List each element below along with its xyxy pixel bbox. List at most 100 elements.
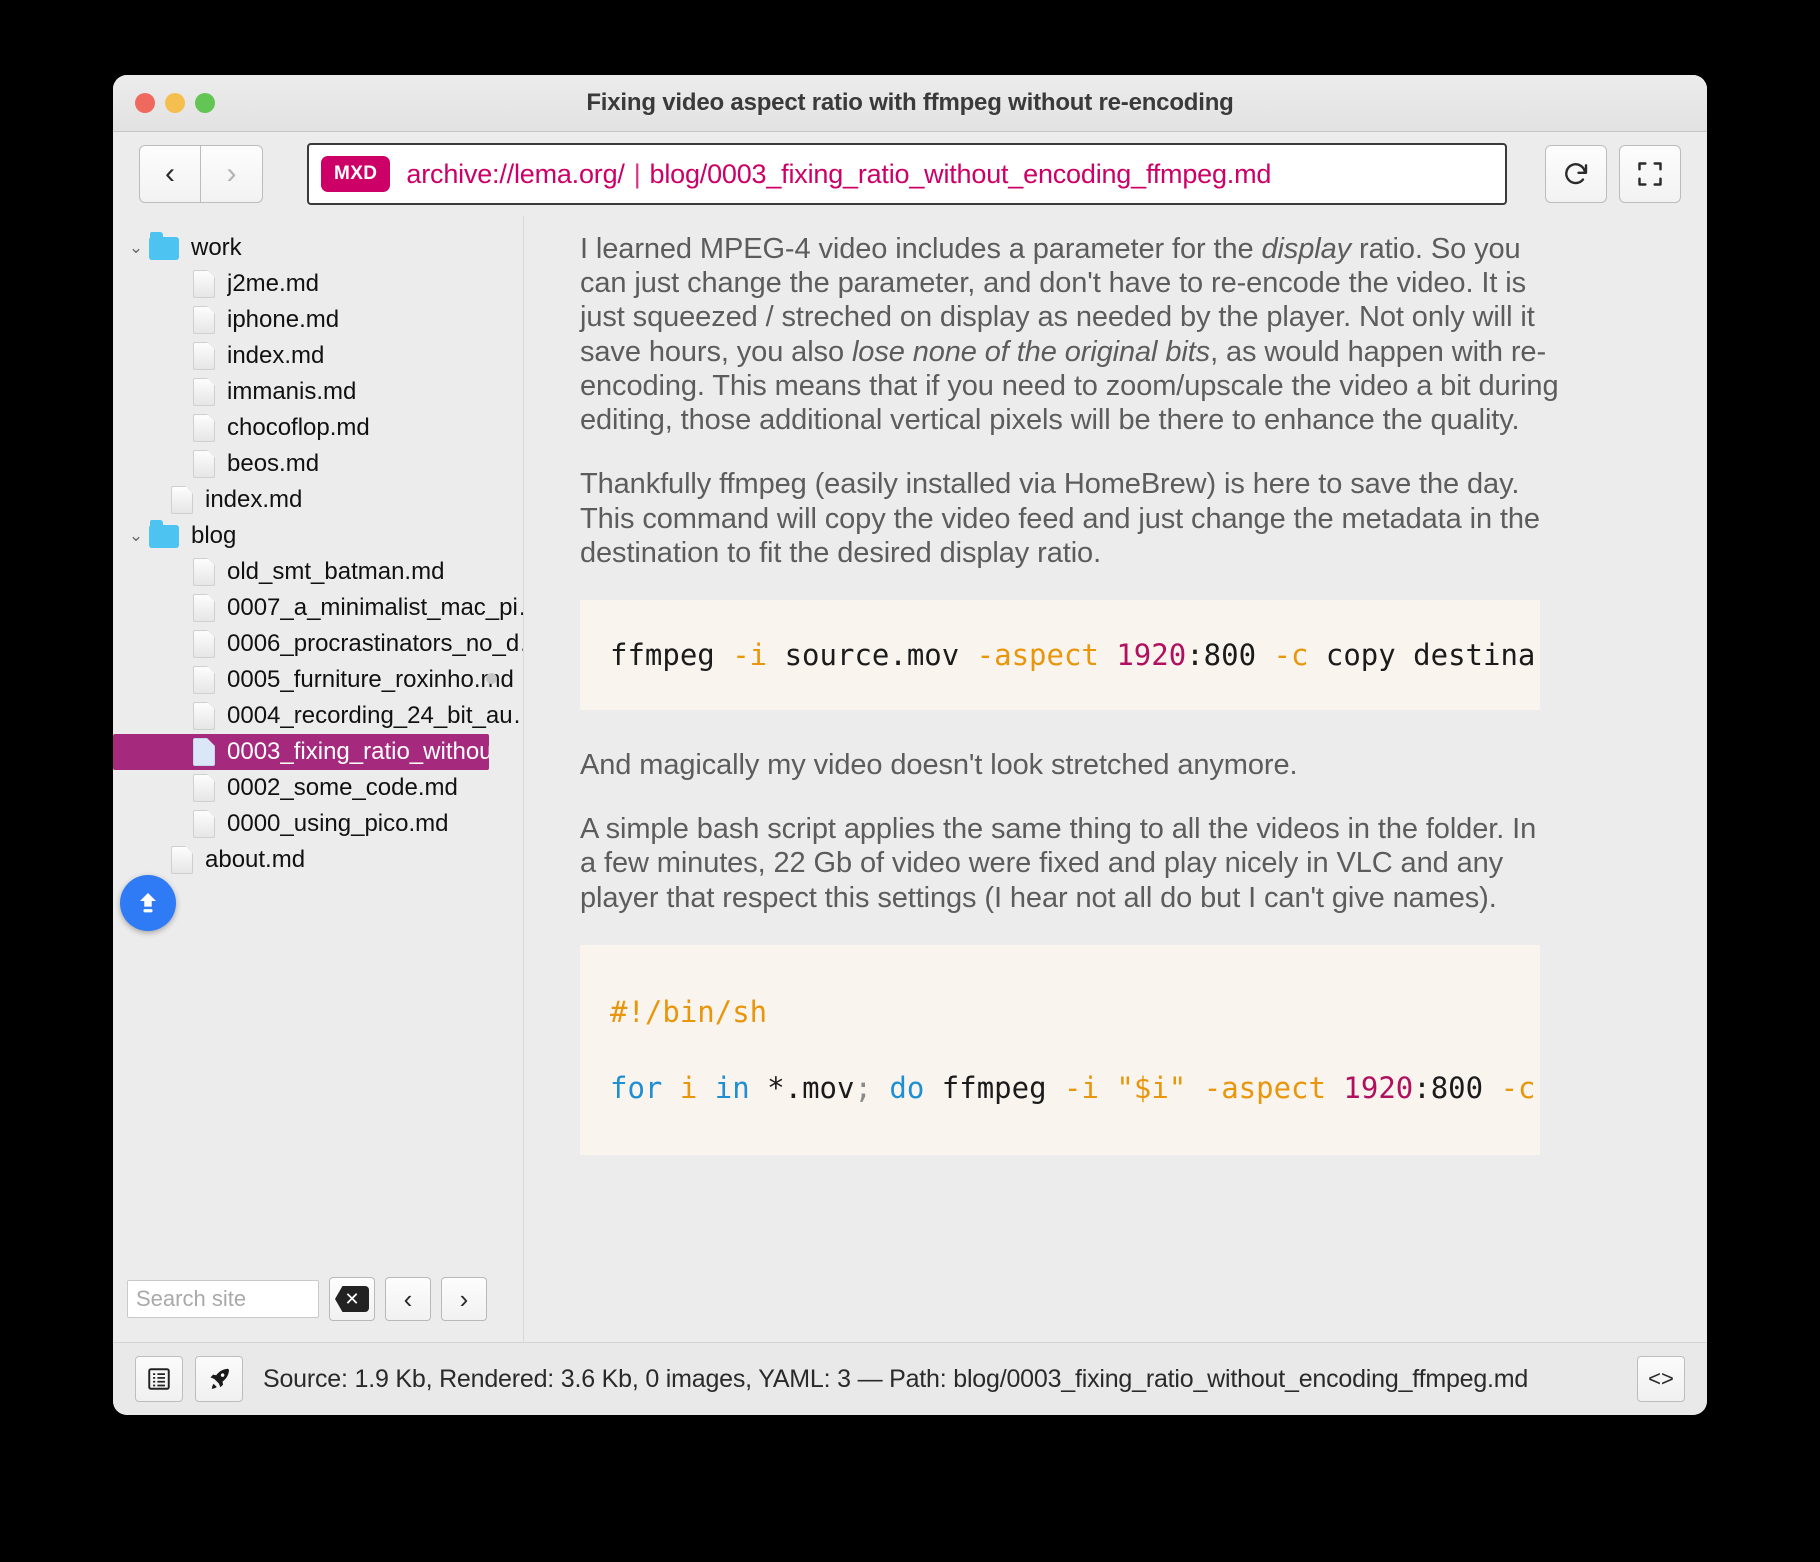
status-bar: Source: 1.9 Kb, Rendered: 3.6 Kb, 0 imag…: [113, 1342, 1707, 1415]
outline-button[interactable]: [135, 1356, 183, 1402]
tree-item-label: 0005_furniture_roxinho.md: [227, 666, 514, 693]
file-icon: [193, 378, 215, 406]
url-separator: |: [633, 158, 641, 189]
upload-button[interactable]: [120, 875, 176, 931]
fullscreen-button[interactable]: [1619, 145, 1681, 203]
file-icon: [171, 486, 193, 514]
tree-item-label: 0000_using_pico.md: [227, 810, 449, 837]
file-icon: [193, 450, 215, 478]
tree-folder-row[interactable]: ⌄ blog: [113, 518, 523, 554]
code-block-command: ffmpeg -i source.mov -aspect 1920:800 -c…: [580, 599, 1540, 711]
tree-item-label: blog: [191, 522, 237, 549]
code-token: -aspect: [1203, 1070, 1326, 1105]
document-viewer: I learned MPEG-4 video includes a parame…: [524, 216, 1707, 1342]
address-bar[interactable]: MXD archive://lema.org/ | blog/0003_fixi…: [307, 143, 1507, 205]
folder-icon: [149, 519, 179, 548]
format-badge: MXD: [321, 156, 391, 192]
file-icon: [193, 558, 215, 586]
code-token: ;: [854, 1070, 872, 1105]
chevron-down-icon[interactable]: ⌄: [125, 526, 147, 546]
tree-folder-row[interactable]: ⌄ work: [113, 230, 523, 266]
search-next-button[interactable]: ›: [441, 1277, 487, 1321]
tree-item-label: old_smt_batman.md: [227, 558, 445, 585]
code-token: copy destina: [1308, 637, 1536, 672]
tree-file-row[interactable]: old_smt_batman.md: [113, 554, 523, 590]
code-token: ffmpeg: [924, 1070, 1065, 1105]
tree-file-row[interactable]: immanis.md: [113, 374, 523, 410]
file-tree[interactable]: ⌄ work j2me.md iphone.md index.md immanis.md c…: [113, 216, 523, 1268]
emphasis-text: display: [1261, 233, 1352, 265]
tree-item-label: work: [191, 234, 242, 261]
folder-icon: [149, 231, 179, 260]
tree-item-label: j2me.md: [227, 270, 320, 297]
tree-file-row[interactable]: index.md: [113, 482, 523, 518]
tree-file-row[interactable]: chocoflop.md: [113, 410, 523, 446]
window-title: Fixing video aspect ratio with ffmpeg wi…: [586, 89, 1234, 116]
code-token: -i: [732, 637, 768, 672]
url-path: blog/0003_fixing_ratio_without_encoding_…: [649, 158, 1272, 189]
search-input[interactable]: [127, 1280, 319, 1318]
tree-file-row[interactable]: 0007_a_minimalist_mac_pi…: [113, 590, 523, 626]
back-button[interactable]: ‹: [139, 145, 201, 203]
tree-file-row[interactable]: 0005_furniture_roxinho.md: [113, 662, 523, 698]
close-button[interactable]: [135, 93, 155, 113]
toolbar: ‹ › MXD archive://lema.org/ | blog/0003_…: [113, 132, 1707, 216]
window-body: ⌄ work j2me.md iphone.md index.md immanis.md c…: [113, 216, 1707, 1342]
clear-icon: ✕: [335, 1286, 369, 1312]
sidebar: ⌄ work j2me.md iphone.md index.md immanis.md c…: [113, 216, 524, 1342]
app-window: Fixing video aspect ratio with ffmpeg wi…: [113, 75, 1707, 1415]
code-token: -i: [1064, 1070, 1099, 1105]
paragraph: And magically my video doesn't look stre…: [580, 748, 1560, 782]
file-icon: [193, 594, 215, 622]
tree-item-label: 0003_fixing_ratio_without_…: [227, 738, 489, 765]
tree-file-row[interactable]: about.md: [113, 842, 523, 878]
file-icon: [193, 702, 215, 730]
paragraph: Thankfully ffmpeg (easily installed via …: [580, 467, 1560, 570]
tree-file-row[interactable]: j2me.md: [113, 266, 523, 302]
file-icon: [193, 342, 215, 370]
reload-icon: [1565, 163, 1588, 185]
code-token: do: [889, 1070, 925, 1105]
file-icon: [193, 774, 215, 802]
tree-item-label: beos.md: [227, 450, 320, 477]
code-token: 1920: [1116, 637, 1187, 672]
publish-button[interactable]: [195, 1356, 243, 1402]
file-icon: [193, 306, 215, 334]
tree-file-row[interactable]: 0003_fixing_ratio_without_…: [113, 734, 489, 770]
window-controls: [135, 93, 215, 113]
code-line: for i in *.mov; do ffmpeg -i "$i" -aspec…: [610, 1071, 1536, 1105]
view-source-button[interactable]: <>: [1637, 1356, 1685, 1402]
tree-file-row[interactable]: 0006_procrastinators_no_d…: [113, 626, 523, 662]
emphasis-text: lose none of the original bits: [851, 335, 1211, 368]
search-prev-button[interactable]: ‹: [385, 1277, 431, 1321]
outline-icon: [148, 1368, 170, 1390]
tree-file-row[interactable]: iphone.md: [113, 302, 523, 338]
fullscreen-icon: [1638, 162, 1662, 186]
code-token: -c: [1273, 637, 1309, 672]
sidebar-search-row: ✕ ‹ ›: [113, 1268, 523, 1342]
tree-item-label: 0006_procrastinators_no_d…: [227, 630, 523, 657]
tree-item-label: 0004_recording_24_bit_au…: [227, 702, 523, 729]
zoom-button[interactable]: [195, 93, 215, 113]
code-token: 1920: [1343, 1070, 1414, 1105]
minimize-button[interactable]: [165, 93, 185, 113]
status-text: Source: 1.9 Kb, Rendered: 3.6 Kb, 0 imag…: [263, 1364, 1529, 1393]
code-block-script: #!/bin/sh for i in *.mov; do ffmpeg -i "…: [580, 944, 1540, 1155]
tree-file-row[interactable]: 0004_recording_24_bit_au…: [113, 698, 523, 734]
chevron-down-icon[interactable]: ⌄: [125, 238, 147, 258]
reload-button[interactable]: [1545, 145, 1607, 203]
tree-file-row[interactable]: 0000_using_pico.md: [113, 806, 523, 842]
tree-file-row[interactable]: index.md: [113, 338, 523, 374]
search-clear-button[interactable]: ✕: [329, 1277, 375, 1321]
title-bar: Fixing video aspect ratio with ffmpeg wi…: [113, 75, 1707, 132]
forward-button[interactable]: ›: [201, 145, 263, 203]
code-token: *.mov: [749, 1070, 855, 1105]
file-icon: [171, 846, 193, 874]
tree-file-row[interactable]: beos.md: [113, 446, 523, 482]
code-token: :800: [1413, 1070, 1501, 1105]
tree-file-row[interactable]: 0002_some_code.md: [113, 770, 523, 806]
